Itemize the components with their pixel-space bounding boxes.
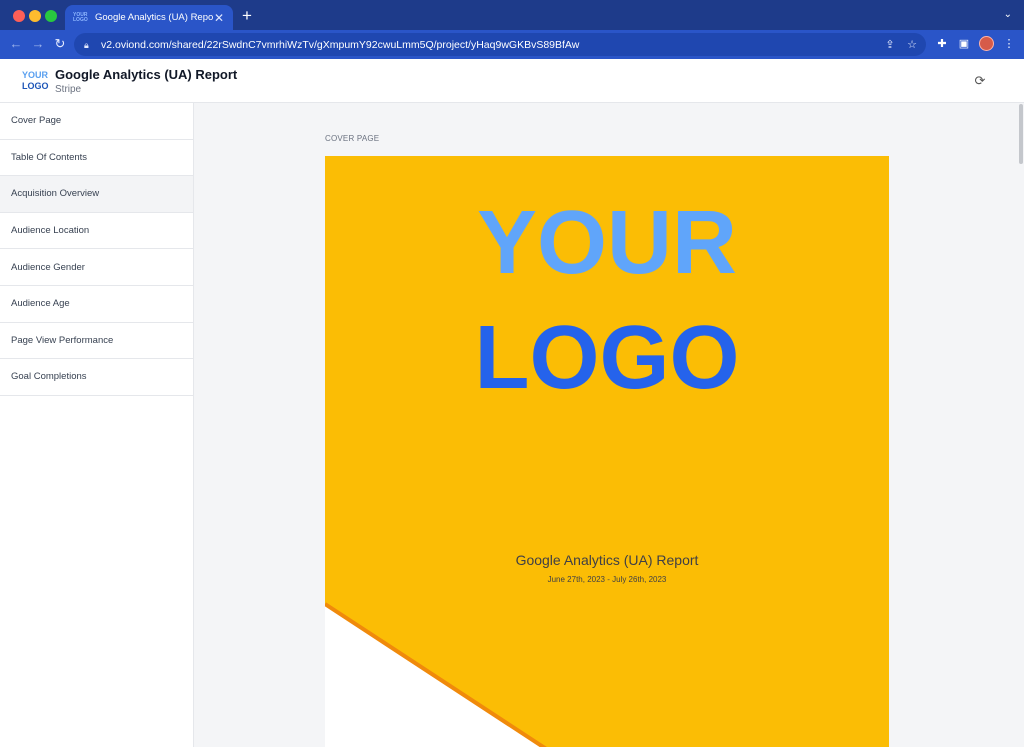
cover-title: Google Analytics (UA) Report: [515, 552, 699, 568]
cover-date-range: June 27th, 2023 - July 26th, 2023: [547, 575, 667, 584]
browser-tab-strip: YOUR LOGO Google Analytics (UA) Report ✕…: [0, 0, 1024, 30]
sidebar-item-audience-gender[interactable]: Audience Gender: [0, 249, 193, 286]
profile-avatar[interactable]: [979, 36, 994, 51]
header-logo: YOUR LOGO: [22, 70, 49, 92]
report-canvas[interactable]: COVER PAGE YOUR LOGO Google Analytics (U…: [194, 103, 1019, 747]
header-logo-line1: YOUR: [22, 70, 49, 80]
sidebar-item-cover-page[interactable]: Cover Page: [0, 103, 193, 140]
tab-title: Google Analytics (UA) Report: [95, 12, 213, 23]
sidebar-item-audience-age[interactable]: Audience Age: [0, 286, 193, 323]
sidebar-item-goal-completions[interactable]: Goal Completions: [0, 359, 193, 396]
lock-icon[interactable]: 🔒︎: [84, 40, 94, 50]
sidebar-item-acquisition-overview[interactable]: Acquisition Overview: [0, 176, 193, 213]
back-arrow-icon[interactable]: ←: [8, 36, 24, 52]
tab-favicon-icon: YOUR LOGO: [73, 12, 88, 23]
header-logo-line2: LOGO: [22, 81, 49, 91]
section-label: COVER PAGE: [325, 134, 380, 143]
menu-dots-icon[interactable]: ⋮: [1002, 37, 1016, 51]
report-title: Google Analytics (UA) Report: [55, 67, 238, 82]
report-sections-sidebar: Cover Page Table Of Contents Acquisition…: [0, 103, 194, 747]
side-panel-icon[interactable]: ▣: [957, 37, 971, 51]
sidebar-item-audience-location[interactable]: Audience Location: [0, 213, 193, 250]
forward-arrow-icon[interactable]: →: [30, 36, 46, 52]
cover-logo-line2: LOGO: [474, 308, 740, 408]
cover-page: YOUR LOGO Google Analytics (UA) Report J…: [325, 156, 889, 747]
share-icon[interactable]: ⇪: [882, 38, 898, 51]
tab-favicon-line2: LOGO: [73, 16, 88, 23]
cover-logo-line1: YOUR: [476, 193, 738, 293]
new-tab-button[interactable]: +: [238, 6, 256, 26]
address-bar[interactable]: 🔒︎ v2.oviond.com/shared/22rSwdnC7vmrhiWz…: [74, 33, 926, 56]
url-text[interactable]: v2.oviond.com/shared/22rSwdnC7vmrhiWzTv/…: [101, 39, 882, 51]
scrollbar[interactable]: [1019, 103, 1024, 747]
sidebar-item-page-view-performance[interactable]: Page View Performance: [0, 323, 193, 360]
browser-toolbar: ← → ↻ 🔒︎ v2.oviond.com/shared/22rSwdnC7v…: [0, 30, 1024, 59]
refresh-icon[interactable]: ⟳: [972, 73, 988, 89]
chevron-down-icon[interactable]: ⌄: [1004, 9, 1012, 20]
extensions-icon[interactable]: ✚: [935, 37, 949, 51]
minimize-window-button[interactable]: [29, 10, 41, 22]
close-window-button[interactable]: [13, 10, 25, 22]
report-header: YOUR LOGO Google Analytics (UA) Report S…: [0, 59, 1024, 103]
star-icon[interactable]: ☆: [904, 38, 920, 51]
maximize-window-button[interactable]: [45, 10, 57, 22]
scrollbar-thumb[interactable]: [1019, 104, 1023, 164]
sidebar-item-table-of-contents[interactable]: Table Of Contents: [0, 140, 193, 177]
tab-close-icon[interactable]: ✕: [213, 11, 225, 25]
report-client-name: Stripe: [55, 84, 82, 95]
reload-icon[interactable]: ↻: [52, 36, 68, 52]
browser-tab[interactable]: YOUR LOGO Google Analytics (UA) Report ✕: [65, 5, 233, 30]
